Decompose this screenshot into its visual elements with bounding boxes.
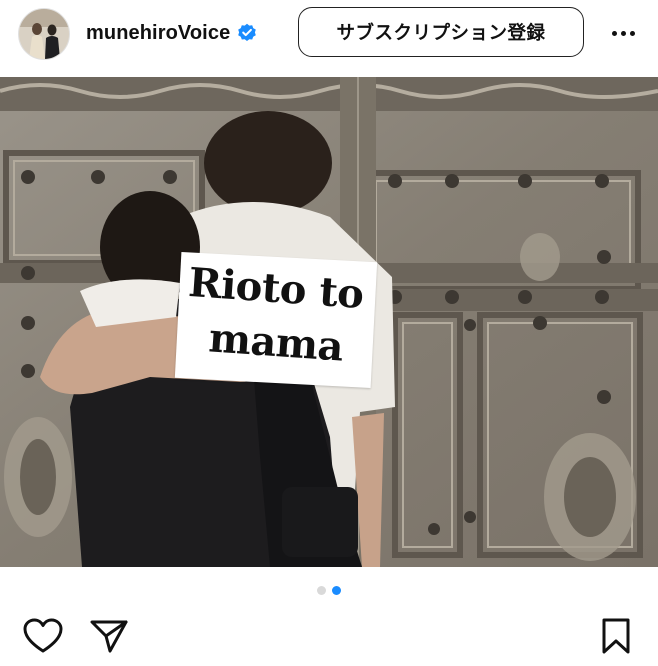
send-icon[interactable] [88, 616, 130, 656]
post-action-bar [0, 610, 658, 662]
carousel-dot-1[interactable] [317, 586, 326, 595]
heart-icon[interactable] [22, 616, 64, 656]
carousel-indicator [0, 586, 658, 596]
subscribe-button[interactable]: サブスクリプション登録 [298, 7, 584, 57]
post-header: munehiroVoice サブスクリプション登録 [0, 0, 658, 66]
more-options-icon[interactable] [606, 21, 640, 45]
avatar[interactable] [18, 8, 70, 60]
username-row[interactable]: munehiroVoice [86, 20, 257, 46]
text-sticker: Rioto to mama [174, 251, 378, 389]
carousel-dot-2-active[interactable] [332, 586, 341, 595]
verified-badge-icon [237, 23, 257, 43]
post-image[interactable]: Rioto to mama [0, 77, 658, 567]
username[interactable]: munehiroVoice [86, 22, 230, 45]
bookmark-icon[interactable] [596, 616, 636, 656]
